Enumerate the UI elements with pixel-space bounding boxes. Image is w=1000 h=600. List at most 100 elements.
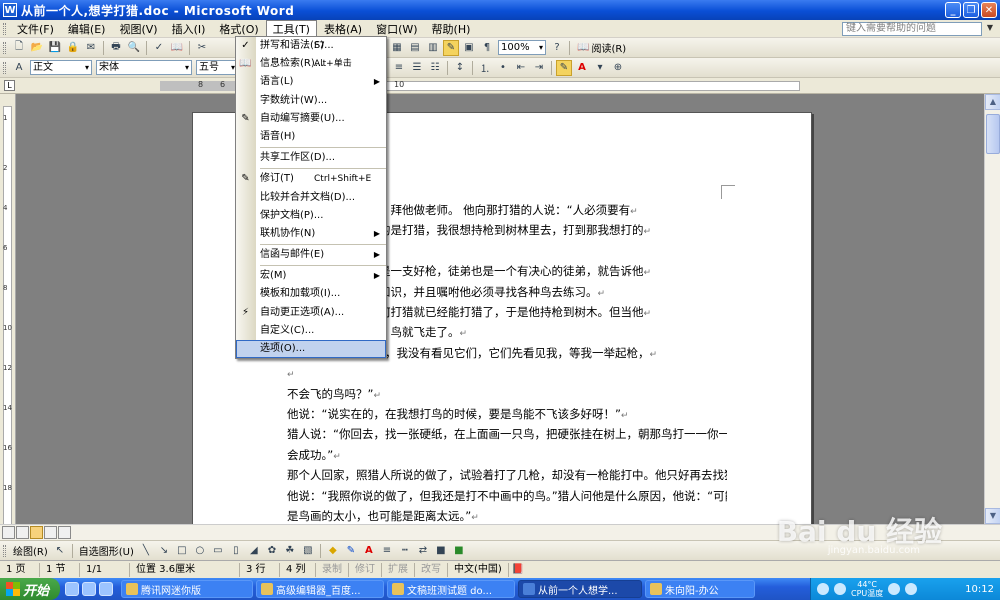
web-view-icon[interactable] bbox=[16, 526, 29, 539]
distribute-icon[interactable]: ☷ bbox=[427, 60, 443, 76]
bullets-icon[interactable]: • bbox=[495, 60, 511, 76]
select-objects-icon[interactable]: ↖ bbox=[52, 543, 68, 559]
toolbar-grip[interactable] bbox=[3, 22, 6, 35]
decrease-indent-icon[interactable]: ⇤ bbox=[513, 60, 529, 76]
font-color-icon[interactable]: A bbox=[361, 543, 377, 559]
network-icon[interactable] bbox=[817, 583, 829, 595]
research-icon[interactable]: 📖 bbox=[169, 40, 185, 56]
vertical-scrollbar[interactable]: ▲ ▼ bbox=[984, 94, 1000, 524]
arrow-icon[interactable]: ↘ bbox=[156, 543, 172, 559]
vertical-ruler[interactable]: 1 2 4 6 8 10 12 14 16 18 bbox=[0, 94, 16, 526]
document-line[interactable]: 那个人回家，照猎人所说的做了，试验着打了几枪，却没有一枪能打中。他只好再去找猎人… bbox=[287, 466, 727, 486]
tools-menu-item[interactable]: 信函与邮件(E) ▶ bbox=[236, 246, 386, 264]
menu-insert[interactable]: 插入(I) bbox=[165, 20, 213, 38]
scroll-thumb[interactable] bbox=[986, 114, 1000, 154]
menu-view[interactable]: 视图(V) bbox=[112, 20, 164, 38]
task-button[interactable]: 朱向阳-办公 bbox=[645, 580, 755, 598]
phonetic-icon[interactable]: ⊕ bbox=[610, 60, 626, 76]
rectangle-icon[interactable]: □ bbox=[174, 543, 190, 559]
save-icon[interactable]: 💾 bbox=[47, 40, 63, 56]
document-map-icon[interactable]: ▣ bbox=[461, 40, 477, 56]
menu-format[interactable]: 格式(O) bbox=[212, 20, 265, 38]
drawing-icon[interactable]: ✎ bbox=[443, 39, 459, 56]
menu-table[interactable]: 表格(A) bbox=[317, 20, 369, 38]
justify-icon[interactable]: ☰ bbox=[409, 60, 425, 76]
3d-icon[interactable]: ■ bbox=[451, 543, 467, 559]
font-color-dropdown-icon[interactable]: ▾ bbox=[592, 60, 608, 76]
permission-icon[interactable]: 🔒 bbox=[65, 40, 81, 56]
line-spacing-icon[interactable]: ↕ bbox=[452, 60, 468, 76]
align-right-icon[interactable]: ≡ bbox=[391, 60, 407, 76]
outline-view-icon[interactable] bbox=[44, 526, 57, 539]
media-player-icon[interactable] bbox=[99, 582, 113, 596]
tools-menu-item[interactable]: 保护文档(P)... bbox=[236, 207, 386, 225]
draw-menu-button[interactable]: 绘图(R) bbox=[13, 543, 48, 558]
vertical-textbox-icon[interactable]: ▯ bbox=[228, 543, 244, 559]
tools-menu-item[interactable]: ⚡ 自动更正选项(A)... bbox=[236, 304, 386, 322]
tools-menu-item[interactable]: ✎ 修订(T) Ctrl+Shift+E bbox=[236, 170, 386, 188]
normal-view-icon[interactable] bbox=[2, 526, 15, 539]
volume-icon[interactable] bbox=[834, 583, 846, 595]
document-line[interactable]: 不会飞的鸟吗？”↵ bbox=[287, 385, 727, 405]
dash-style-icon[interactable]: ┅ bbox=[397, 543, 413, 559]
menu-help[interactable]: 帮助(H) bbox=[425, 20, 478, 38]
email-icon[interactable]: ✉ bbox=[83, 40, 99, 56]
line-style-icon[interactable]: ≡ bbox=[379, 543, 395, 559]
style-combo[interactable]: 正文 bbox=[30, 60, 92, 75]
font-combo[interactable]: 宋体 bbox=[96, 60, 192, 75]
task-button[interactable]: 文稿班测试题 do... bbox=[387, 580, 515, 598]
menu-edit[interactable]: 编辑(E) bbox=[61, 20, 113, 38]
help-dropdown-icon[interactable]: ▼ bbox=[987, 23, 993, 32]
tools-menu-item[interactable]: 📖 信息检索(R)... Alt+单击 bbox=[236, 55, 386, 73]
spelling-status-icon[interactable]: 📕 bbox=[510, 562, 526, 578]
show-hide-icon[interactable]: ¶ bbox=[479, 40, 495, 56]
highlight-icon[interactable]: ✎ bbox=[556, 59, 572, 76]
columns-icon[interactable]: ▥ bbox=[425, 40, 441, 56]
print-icon[interactable]: 🖶 bbox=[108, 40, 124, 56]
table-icon[interactable]: ▦ bbox=[389, 40, 405, 56]
start-button[interactable]: 开始 bbox=[0, 578, 60, 600]
help-search-input[interactable]: 键入需要帮助的问题 bbox=[842, 22, 982, 36]
window-titlebar[interactable]: W 从前一个人,想学打猎.doc - Microsoft Word _ ❐ ✕ bbox=[0, 0, 1000, 20]
task-button[interactable]: 腾讯网迷你版 bbox=[121, 580, 253, 598]
tools-menu-item[interactable]: 共享工作区(D)... bbox=[236, 149, 386, 167]
picture-icon[interactable]: ▧ bbox=[300, 543, 316, 559]
tools-menu-item[interactable]: 比较并合并文档(D)... bbox=[236, 189, 386, 207]
tools-menu-item[interactable]: 字数统计(W)... bbox=[236, 92, 386, 110]
arrow-style-icon[interactable]: ⇄ bbox=[415, 543, 431, 559]
numbering-icon[interactable]: ⒈ bbox=[477, 60, 493, 76]
tools-menu-item[interactable]: 语音(H) bbox=[236, 128, 386, 146]
restore-button[interactable]: ❐ bbox=[963, 2, 979, 18]
tools-menu-item[interactable]: 宏(M) ▶ bbox=[236, 267, 386, 285]
scroll-up-icon[interactable]: ▲ bbox=[985, 94, 1000, 110]
spelling-icon[interactable]: ✓ bbox=[151, 40, 167, 56]
print-preview-icon[interactable]: 🔍 bbox=[126, 40, 142, 56]
textbox-icon[interactable]: ▭ bbox=[210, 543, 226, 559]
tools-menu-item[interactable]: 语言(L) ▶ bbox=[236, 73, 386, 91]
toolbar-grip[interactable] bbox=[3, 41, 6, 54]
ie-icon[interactable] bbox=[65, 582, 79, 596]
tab-selector[interactable]: L bbox=[4, 80, 15, 91]
minimize-button[interactable]: _ bbox=[945, 2, 961, 18]
autoshapes-button[interactable]: 自选图形(U) bbox=[79, 543, 134, 558]
reading-view-icon[interactable] bbox=[58, 526, 71, 539]
antivirus-icon[interactable] bbox=[888, 583, 901, 595]
document-line[interactable]: 是鸟画的太小，也可能是距离太远。”↵ bbox=[287, 507, 727, 524]
status-extend[interactable]: 扩展 bbox=[382, 562, 415, 577]
document-line[interactable]: 会成功。”↵ bbox=[287, 446, 727, 466]
toolbar-grip[interactable] bbox=[3, 544, 6, 557]
qq-icon[interactable] bbox=[905, 583, 918, 595]
line-icon[interactable]: ╲ bbox=[138, 543, 154, 559]
tools-menu-item[interactable]: 模板和加载项(I)... bbox=[236, 285, 386, 303]
tools-menu-item[interactable]: 选项(O)... bbox=[236, 340, 386, 359]
tools-menu-item[interactable]: ✓ 拼写和语法(S)... F7 bbox=[236, 37, 386, 55]
shadow-icon[interactable]: ■ bbox=[433, 543, 449, 559]
document-line[interactable]: 他说：“说实在的，在我想打鸟的时候，要是鸟能不飞该多好呀！”↵ bbox=[287, 405, 727, 425]
tools-menu-item[interactable]: ✎ 自动编写摘要(U)... bbox=[236, 110, 386, 128]
font-size-combo[interactable]: 五号 bbox=[196, 60, 238, 75]
help-icon[interactable]: ? bbox=[549, 40, 565, 56]
word-app-icon[interactable]: W bbox=[3, 3, 17, 17]
tools-menu-item[interactable]: 自定义(C)... bbox=[236, 322, 386, 340]
status-overtype[interactable]: 改写 bbox=[415, 562, 448, 577]
cut-icon[interactable]: ✂ bbox=[194, 40, 210, 56]
